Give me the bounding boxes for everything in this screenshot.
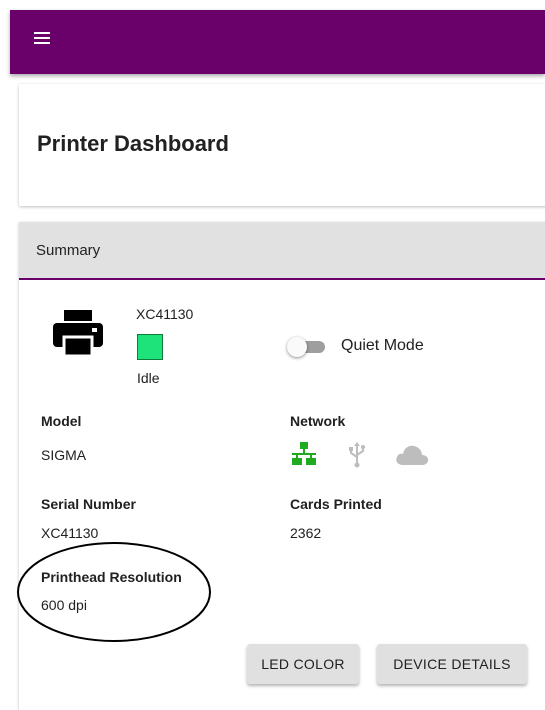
status-indicator — [137, 334, 163, 360]
serial-number-label: Serial Number — [41, 496, 136, 512]
cards-printed-label: Cards Printed — [290, 496, 382, 512]
summary-title: Summary — [36, 242, 101, 259]
toggle-thumb — [287, 337, 307, 357]
cloud-icon[interactable] — [395, 444, 429, 466]
printer-icon — [53, 310, 103, 358]
model-label: Model — [41, 413, 82, 429]
led-color-button[interactable]: LED COLOR — [247, 644, 359, 684]
device-details-button[interactable]: DEVICE DETAILS — [377, 644, 527, 684]
model-value: SIGMA — [41, 447, 87, 463]
quiet-mode-label: Quiet Mode — [341, 337, 424, 354]
summary-header: Summary — [19, 222, 545, 280]
printhead-resolution-label: Printhead Resolution — [41, 569, 182, 585]
cards-printed-value: 2362 — [290, 525, 322, 541]
page-title: Printer Dashboard — [37, 131, 229, 156]
app-bar — [10, 10, 545, 74]
quiet-mode-toggle[interactable] — [287, 337, 327, 357]
device-status: Idle — [137, 370, 160, 386]
ethernet-icon[interactable] — [291, 442, 317, 466]
serial-number-value: XC41130 — [41, 525, 99, 541]
device-name: XC41130 — [136, 306, 194, 322]
summary-card: Summary XC41130 Idle Quiet Mode Model SI… — [19, 222, 545, 710]
title-card: Printer Dashboard — [19, 84, 545, 206]
printhead-resolution-value: 600 dpi — [41, 597, 87, 613]
hamburger-menu-icon[interactable] — [34, 32, 52, 46]
network-label: Network — [290, 413, 346, 429]
usb-icon[interactable] — [347, 442, 367, 468]
